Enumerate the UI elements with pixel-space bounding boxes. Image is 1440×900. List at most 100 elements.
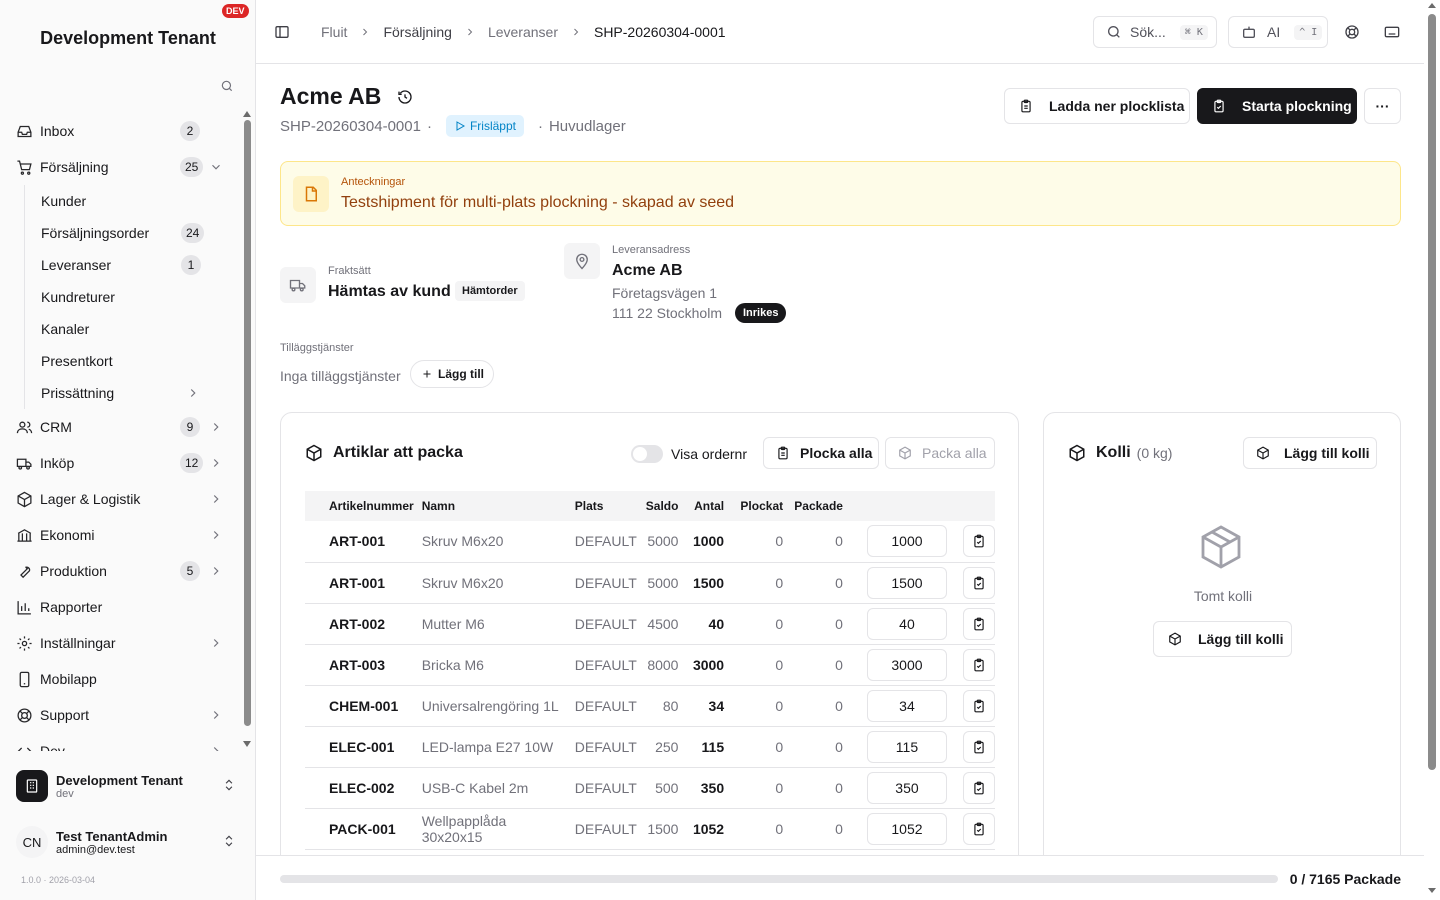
shipment-number: SHP-20260304-0001 [280, 117, 421, 135]
pick-item-button[interactable] [962, 648, 995, 681]
add-package-button[interactable]: Lägg till kolli [1243, 437, 1377, 469]
pick-quantity-input[interactable] [866, 771, 947, 804]
breadcrumb-item[interactable]: Fluit [321, 24, 347, 40]
user-menu[interactable]: CN Test TenantAdmin admin@dev.test [16, 824, 240, 860]
col-header: Artikelnummer [329, 499, 414, 513]
sidebar-search-icon[interactable] [220, 79, 236, 95]
tenant-title: Development Tenant [40, 28, 216, 48]
more-actions-button[interactable]: ··· [1364, 88, 1401, 124]
chevrons-updown-icon [222, 778, 236, 792]
pick-quantity-input[interactable] [866, 525, 947, 558]
sidebar-item-finance[interactable]: Ekonomi [0, 517, 240, 553]
app-root: Development Tenant DEV Inbox 2 Försäljni… [0, 0, 1440, 900]
chevron-down-icon[interactable] [209, 160, 223, 174]
sidebar-item-purchasing[interactable]: Inköp 12 [0, 445, 240, 481]
pick-item-button[interactable] [962, 566, 995, 599]
search-button[interactable]: Sök... ⌘ K [1093, 16, 1217, 48]
sidebar-item-production[interactable]: Produktion 5 [0, 553, 240, 589]
pick-item-button[interactable] [962, 771, 995, 804]
items-card-title: Artiklar att packa [305, 444, 463, 462]
sidebar-item-giftcards[interactable]: Presentkort [25, 345, 240, 377]
sidebar-item-settings[interactable]: Inställningar [0, 625, 240, 661]
help-lifebuoy-icon[interactable] [1344, 24, 1360, 40]
add-package-button-empty[interactable]: Lägg till kolli [1153, 621, 1292, 657]
item-picked: 0 [732, 726, 792, 768]
scroll-down-icon[interactable] [1424, 886, 1440, 896]
cart-icon [16, 159, 33, 176]
count-badge: 25 [180, 157, 204, 177]
sidebar-item-channels[interactable]: Kanaler [25, 313, 240, 345]
pack-all-label: Packa alla [922, 445, 987, 461]
pick-quantity-input[interactable] [866, 648, 947, 681]
search-label: Sök... [1130, 24, 1166, 40]
col-header: Antal [694, 499, 725, 513]
pick-item-button[interactable] [962, 525, 995, 558]
sidebar-item-inbox[interactable]: Inbox 2 [0, 113, 240, 149]
item-sku: ELEC-001 [305, 726, 414, 768]
add-package-label: Lägg till kolli [1284, 445, 1370, 461]
sidebar-item-dev[interactable]: Dev [0, 733, 240, 751]
table-row: ART-001 Skruv M6x20 DEFAULT 5000 1500 0 0 [305, 562, 995, 604]
scroll-down-icon[interactable] [242, 740, 252, 748]
history-icon[interactable] [397, 89, 413, 105]
sidebar-item-label: Inställningar [40, 635, 116, 651]
ai-label: AI [1267, 24, 1281, 40]
kolli-title: Kolli [1096, 444, 1131, 461]
page-scroll-thumb[interactable] [1428, 14, 1436, 770]
add-extra-button[interactable]: Lägg till [410, 360, 494, 388]
scroll-up-icon[interactable] [242, 110, 252, 118]
sidebar-item-customers[interactable]: Kunder [25, 185, 240, 217]
pick-all-label: Plocka alla [800, 445, 873, 461]
shipment-meta: SHP-20260304-0001 · Frisläppt · Huvudlag… [280, 115, 626, 137]
sidebar-item-sales[interactable]: Försäljning 25 [0, 149, 240, 185]
count-badge: 24 [181, 223, 205, 243]
sidebar-item-support[interactable]: Support [0, 697, 240, 733]
pick-quantity-input[interactable] [866, 730, 947, 763]
pick-item-button[interactable] [962, 730, 995, 763]
page-scrollbar[interactable] [1424, 0, 1440, 900]
chevrons-updown-icon [222, 834, 236, 848]
sidebar-item-mobile[interactable]: Mobilapp [0, 661, 240, 697]
sidebar-scroll-thumb[interactable] [244, 120, 251, 726]
pick-quantity-input[interactable] [866, 607, 947, 640]
item-stock: 5000 [636, 521, 687, 563]
pick-quantity-input[interactable] [866, 689, 947, 722]
pick-item-button[interactable] [962, 689, 995, 722]
item-quantity: 1052 [686, 808, 733, 850]
show-order-no-toggle[interactable] [631, 445, 663, 463]
start-picking-button[interactable]: Starta plockning [1197, 88, 1357, 124]
sidebar-item-shipments[interactable]: Leveranser 1 [25, 249, 240, 281]
sidebar-item-crm[interactable]: CRM 9 [0, 409, 240, 445]
pick-item-button[interactable] [962, 607, 995, 640]
status-badge: Frisläppt [445, 115, 524, 137]
col-header-blank [851, 491, 947, 521]
item-quantity: 1000 [686, 521, 733, 563]
download-picklist-button[interactable]: Ladda ner plocklista [1004, 88, 1190, 124]
pick-quantity-input[interactable] [866, 812, 947, 845]
chevron-right-icon [209, 744, 223, 751]
ai-button[interactable]: AI ^ I [1228, 16, 1328, 48]
table-row: ELEC-001 LED-lampa E27 10W DEFAULT 250 115 0 0 [305, 726, 995, 768]
pack-all-button[interactable]: Packa alla [885, 437, 995, 469]
keyboard-icon[interactable] [1384, 24, 1400, 40]
sidebar-scrollbar[interactable] [242, 110, 252, 752]
breadcrumb-item[interactable]: Leveranser [488, 24, 558, 40]
sidebar-toggle-icon[interactable] [274, 24, 290, 40]
col-header: Plockat [740, 499, 784, 513]
item-sku: ELEC-002 [305, 767, 414, 809]
tenant-switcher[interactable]: Development Tenant dev [16, 768, 240, 804]
clipboard-check-icon [1214, 99, 1224, 113]
pick-item-button[interactable] [962, 812, 995, 845]
sidebar-item-pricing[interactable]: Prissättning [25, 377, 240, 409]
scroll-up-icon[interactable] [1424, 0, 1440, 10]
pick-all-button[interactable]: Plocka alla [763, 437, 879, 469]
package-plus-icon [1257, 446, 1269, 460]
breadcrumb-item[interactable]: Försäljning [383, 24, 451, 40]
sidebar-item-reports[interactable]: Rapporter [0, 589, 240, 625]
item-quantity: 3000 [686, 644, 733, 686]
sidebar-item-returns[interactable]: Kundreturer [25, 281, 240, 313]
pick-quantity-input[interactable] [866, 566, 947, 599]
sidebar-item-sales-orders[interactable]: Försäljningsorder 24 [25, 217, 240, 249]
sidebar-item-warehouse[interactable]: Lager & Logistik [0, 481, 240, 517]
clipboard-check-icon [974, 534, 984, 548]
